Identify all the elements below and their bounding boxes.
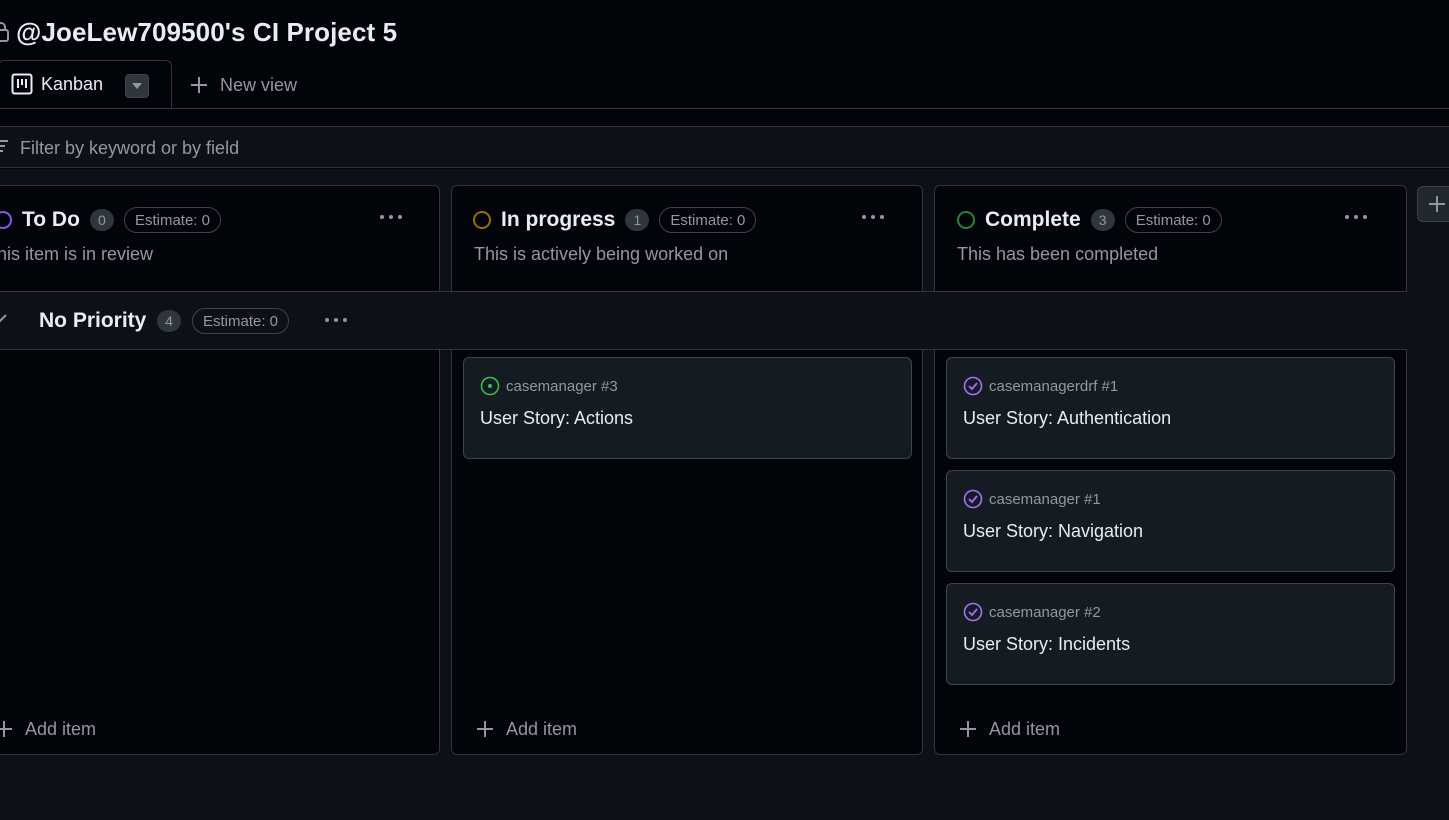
column-header: Complete 3 Estimate: 0 [957,206,1222,234]
card-repo-ref[interactable]: casemanager #1 [989,491,1101,508]
lock-icon [0,22,9,42]
new-view-button[interactable]: New view [190,72,297,98]
card-repo-ref[interactable]: casemanager #2 [989,604,1101,621]
page-title: @JoeLew709500's CI Project 5 [16,16,398,47]
triangle-down-icon [132,83,142,89]
chevron-down-icon[interactable] [0,310,8,326]
add-column-button[interactable] [1417,186,1449,222]
estimate-pill: Estimate: 0 [659,207,757,233]
card-meta: casemanager #3 [480,374,618,398]
count-badge: 0 [89,209,114,231]
kebab-horizontal-icon [862,215,884,219]
issue-open-icon [480,376,500,396]
column-description: This item is in review [0,244,154,264]
plus-icon [0,721,12,737]
add-item-label: Add item [989,718,1061,739]
issue-closed-icon [963,602,983,622]
plus-icon [960,721,976,737]
add-item-label: Add item [506,718,578,739]
kebab-horizontal-icon [380,215,402,219]
board-icon [11,73,33,95]
tab-kanban[interactable]: Kanban [0,60,172,108]
issue-card[interactable]: casemanager #2 User Story: Incidents [946,583,1395,685]
column-menu-button[interactable] [1340,203,1372,231]
issue-card[interactable]: casemanager #1 User Story: Navigation [946,470,1395,572]
new-view-label: New view [220,74,298,95]
project-header: @JoeLew709500's CI Project 5 [0,14,397,50]
column-menu-button[interactable] [857,203,889,231]
filter-input[interactable] [18,136,622,160]
plus-icon [1429,196,1445,212]
estimate-pill: Estimate: 0 [1124,207,1222,233]
group-row-no-priority: No Priority 4 Estimate: 0 [0,291,1407,350]
view-options-dropdown[interactable] [125,74,149,98]
issue-closed-icon [963,489,983,509]
group-title: No Priority [39,309,147,332]
group-estimate-pill: Estimate: 0 [192,308,290,334]
group-count-badge: 4 [157,310,181,332]
filter-icon [0,140,8,152]
filter-bar [0,126,1449,168]
card-title[interactable]: User Story: Actions [480,408,633,429]
card-meta: casemanagerdrf #1 [963,374,1118,398]
column-header: In progress 1 Estimate: 0 [473,206,757,234]
add-item-button[interactable]: Add item [959,716,1060,742]
count-badge: 1 [625,209,650,231]
card-meta: casemanager #2 [963,600,1101,624]
kebab-horizontal-icon [1345,215,1367,219]
column-description: This has been completed [957,244,1159,264]
estimate-pill: Estimate: 0 [123,207,221,233]
issue-closed-icon [963,376,983,396]
column-title: In progress [501,208,616,231]
add-item-button[interactable]: Add item [476,716,577,742]
count-badge: 3 [1090,209,1115,231]
tab-kanban-label: Kanban [41,73,104,94]
card-title[interactable]: User Story: Navigation [963,521,1143,542]
card-meta: casemanager #1 [963,487,1101,511]
column-title: Complete [985,208,1081,231]
view-tabbar: Kanban New view [0,60,1449,109]
status-circle-icon [0,211,12,229]
issue-card[interactable]: casemanagerdrf #1 User Story: Authentica… [946,357,1395,459]
card-repo-ref[interactable]: casemanager #3 [506,378,618,395]
kebab-horizontal-icon [325,318,347,322]
card-title[interactable]: User Story: Incidents [963,634,1130,655]
add-item-button[interactable]: Add item [0,716,96,742]
column-todo: To Do 0 Estimate: 0 This item is in revi… [0,185,440,755]
add-item-label: Add item [25,718,97,739]
status-circle-icon [473,211,491,229]
group-menu-button[interactable] [320,306,352,334]
column-title: To Do [22,208,80,231]
issue-card[interactable]: casemanager #3 User Story: Actions [463,357,912,459]
status-circle-icon [957,211,975,229]
card-repo-ref[interactable]: casemanagerdrf #1 [989,378,1118,395]
column-in-progress: In progress 1 Estimate: 0 This is active… [451,185,923,755]
card-title[interactable]: User Story: Authentication [963,408,1171,429]
plus-icon [477,721,493,737]
column-menu-button[interactable] [375,203,407,231]
column-header: To Do 0 Estimate: 0 [0,206,221,234]
plus-icon [191,77,207,93]
column-description: This is actively being worked on [474,244,729,264]
